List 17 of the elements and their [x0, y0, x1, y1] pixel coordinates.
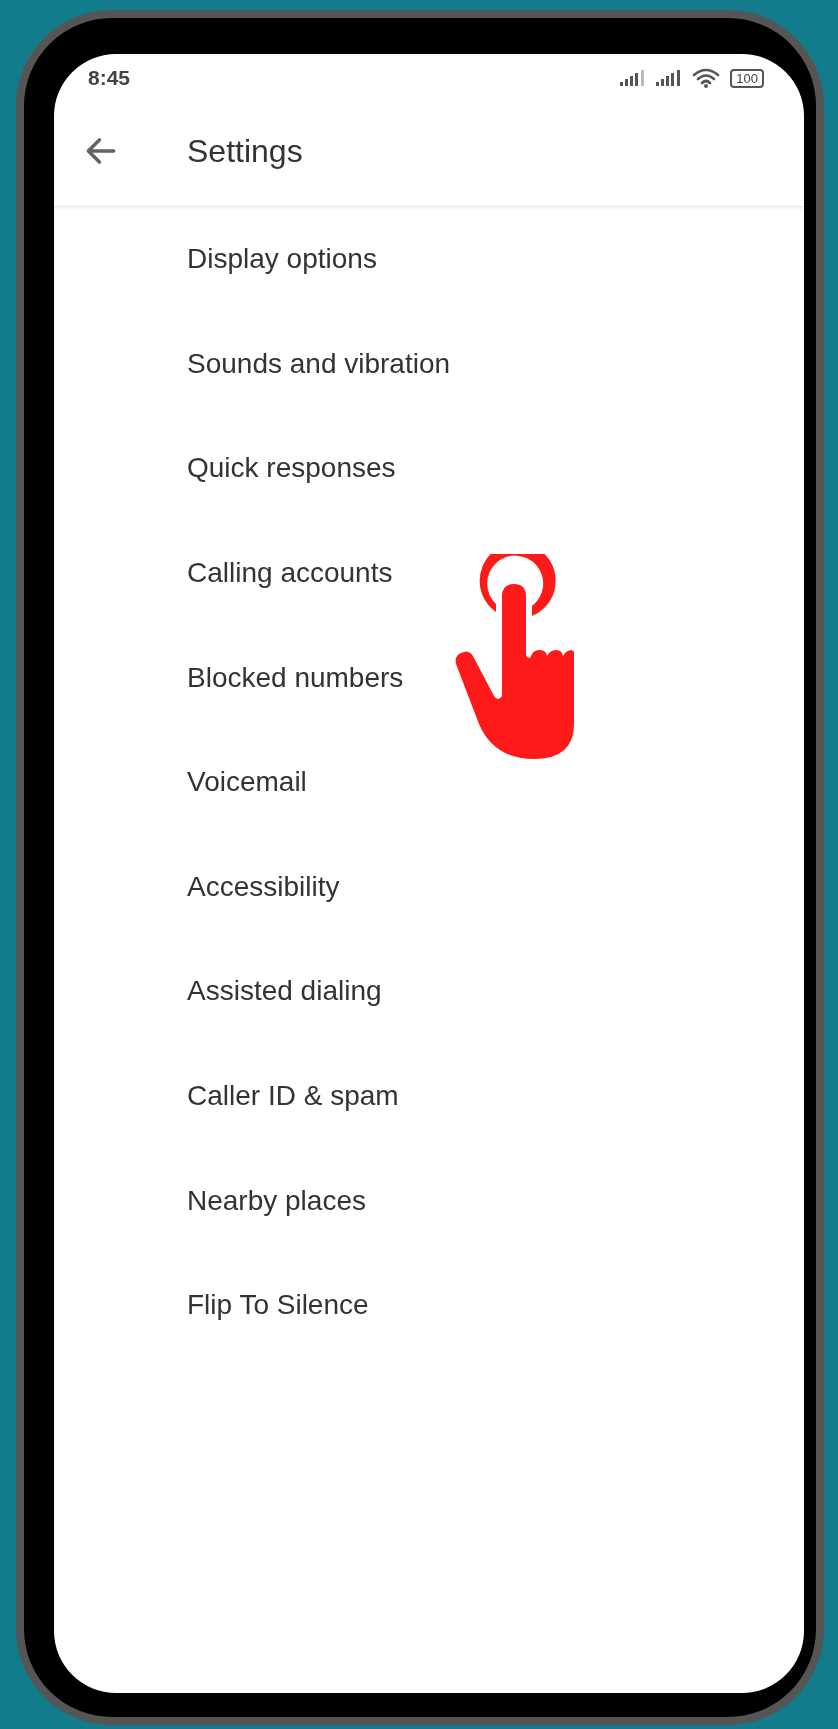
settings-item[interactable]: Quick responses [54, 416, 804, 521]
settings-item[interactable]: Flip To Silence [54, 1252, 804, 1358]
settings-item[interactable]: Display options [54, 207, 804, 312]
battery-level: 100 [730, 68, 764, 88]
screen-title: Settings [187, 132, 303, 170]
settings-item[interactable]: Nearby places [54, 1148, 804, 1253]
wifi-icon [692, 68, 721, 88]
settings-item[interactable]: Voicemail [54, 729, 804, 835]
signal-icon [656, 70, 683, 86]
settings-item[interactable]: Accessibility [54, 834, 804, 940]
settings-item[interactable]: Calling accounts [54, 520, 804, 626]
settings-item[interactable]: Sounds and vibration [54, 311, 804, 417]
settings-item[interactable]: Caller ID & spam [54, 1043, 804, 1149]
status-time: 8:45 [88, 66, 131, 90]
settings-item[interactable]: Assisted dialing [54, 939, 804, 1044]
signal-icon [620, 70, 647, 86]
settings-item[interactable]: Blocked numbers [54, 625, 804, 730]
